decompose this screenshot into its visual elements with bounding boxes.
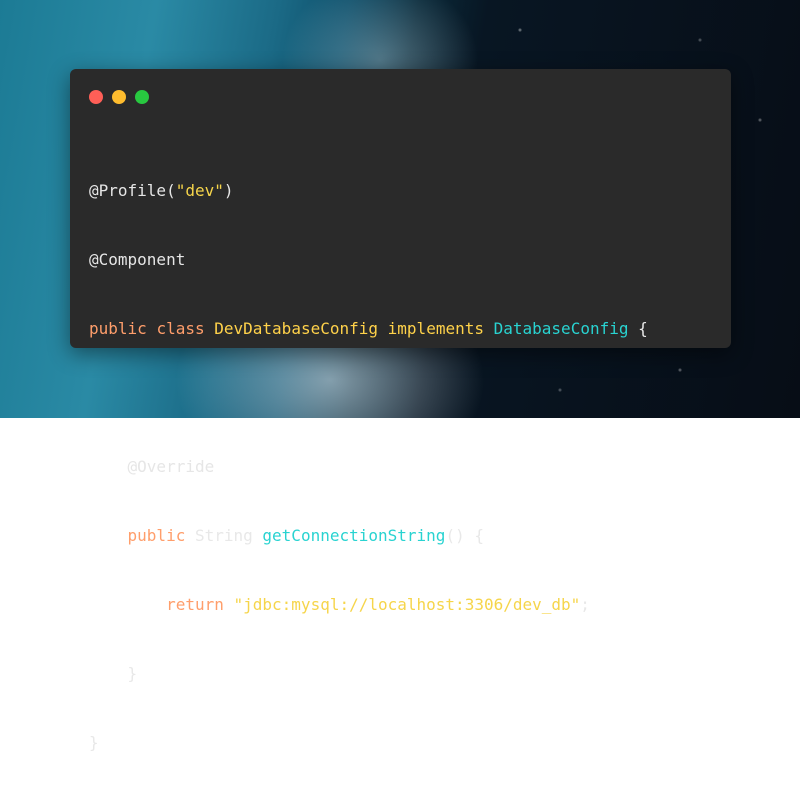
string-token: "jdbc:mysql://localhost:3306/dev_db" — [233, 595, 581, 614]
code-line-2: @Component — [89, 248, 648, 271]
class-name-token: DevDatabaseConfig — [214, 319, 379, 338]
close-button[interactable] — [89, 90, 103, 104]
keyword-token: public — [127, 526, 186, 545]
paren-brace-token: () { — [445, 526, 484, 545]
maximize-button[interactable] — [135, 90, 149, 104]
keyword-token: return — [166, 595, 224, 614]
brace-token: } — [127, 664, 138, 683]
keyword-token: public — [89, 319, 147, 338]
string-token: "dev" — [175, 181, 224, 200]
interface-token: DatabaseConfig — [493, 319, 629, 338]
annotation-token: @Profile( — [89, 181, 176, 200]
brace-token: } — [89, 733, 99, 752]
code-line-5: @Override — [89, 455, 648, 478]
code-line-8: } — [89, 662, 648, 685]
annotation-token: @Override — [127, 457, 215, 476]
brace-token: { — [638, 319, 648, 338]
code-line-3: public class DevDatabaseConfig implement… — [89, 317, 648, 340]
code-block: @Profile("dev") @Component public class … — [89, 133, 648, 800]
code-line-1: @Profile("dev") — [89, 179, 648, 202]
code-line-7: return "jdbc:mysql://localhost:3306/dev_… — [89, 593, 648, 616]
annotation-token: @Component — [89, 250, 186, 269]
keyword-token: class — [156, 319, 205, 338]
keyword-token: implements — [387, 319, 484, 338]
paren-token: ) — [223, 181, 234, 200]
window-controls — [89, 90, 149, 104]
code-window: @Profile("dev") @Component public class … — [70, 69, 731, 752]
semicolon-token: ; — [580, 595, 590, 614]
method-name-token: getConnectionString — [262, 526, 446, 545]
code-line-9: } — [89, 731, 648, 754]
minimize-button[interactable] — [112, 90, 126, 104]
code-line-6: public String getConnectionString() { — [89, 524, 648, 547]
type-token: String — [194, 526, 253, 545]
